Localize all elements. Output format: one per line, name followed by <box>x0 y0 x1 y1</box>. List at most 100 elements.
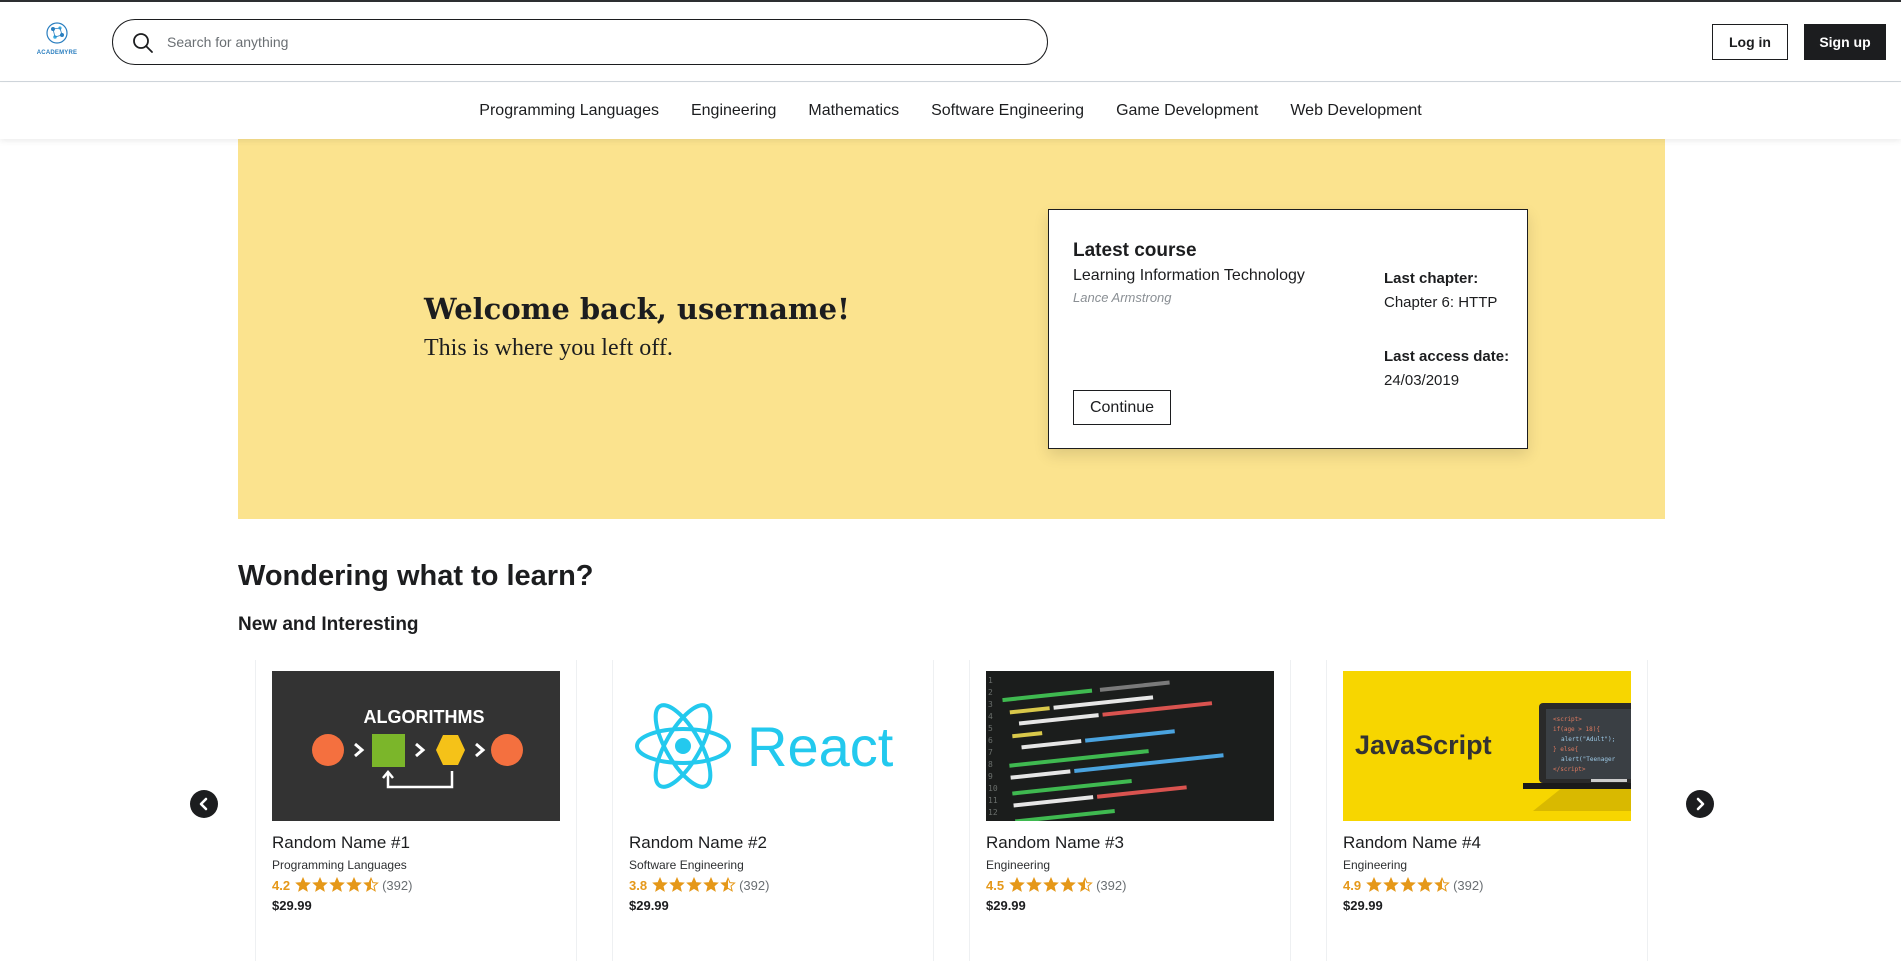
star-icon <box>669 877 685 892</box>
rating-value: 4.2 <box>272 877 291 893</box>
star-icon <box>720 877 736 892</box>
rating-count: (392) <box>1453 877 1484 893</box>
course-carousel: ALGORITHMS Random Name #1 Programming La… <box>255 660 1650 961</box>
svg-text:<script>: <script> <box>1553 716 1582 723</box>
course-card[interactable]: React Random Name #2 Software Engineerin… <box>612 660 934 961</box>
course-category: Software Engineering <box>629 858 744 872</box>
course-category: Engineering <box>986 858 1051 872</box>
python-code-thumbnail: 123 456 789 10 11 12 <box>986 671 1274 821</box>
course-name[interactable]: Random Name #4 <box>1343 833 1481 853</box>
javascript-thumbnail-text: JavaScript <box>1355 730 1492 760</box>
continue-button[interactable]: Continue <box>1073 390 1171 425</box>
chevron-left-icon <box>199 797 208 811</box>
course-category: Programming Languages <box>272 858 407 872</box>
course-rating: 3.8 (392) <box>629 877 769 893</box>
category-programming-languages[interactable]: Programming Languages <box>479 102 659 120</box>
last-access-value: 24/03/2019 <box>1384 372 1460 389</box>
svg-text:4: 4 <box>988 712 993 721</box>
signup-button[interactable]: Sign up <box>1804 24 1886 60</box>
svg-text:alert("Adult");: alert("Adult"); <box>1561 736 1615 743</box>
star-icon <box>1383 877 1399 892</box>
category-web-development[interactable]: Web Development <box>1290 102 1421 120</box>
rating-count: (392) <box>382 877 413 893</box>
course-name[interactable]: Random Name #2 <box>629 833 767 853</box>
latest-course-heading: Latest course <box>1073 240 1197 261</box>
star-icon <box>1043 877 1059 892</box>
star-icon <box>363 877 379 892</box>
rating-value: 3.8 <box>629 877 648 893</box>
star-icon <box>1366 877 1382 892</box>
carousel-next-button[interactable] <box>1686 790 1714 818</box>
latest-course-card: Latest course Learning Information Techn… <box>1048 209 1528 449</box>
svg-text:</script>: </script> <box>1553 766 1586 773</box>
star-icon <box>1026 877 1042 892</box>
svg-text:3: 3 <box>988 700 993 709</box>
welcome-subtitle: This is where you left off. <box>424 335 673 361</box>
svg-text:12: 12 <box>988 808 998 817</box>
star-icon <box>686 877 702 892</box>
star-icon <box>703 877 719 892</box>
star-icon <box>295 877 311 892</box>
rating-value: 4.5 <box>986 877 1005 893</box>
svg-text:alert("Teenager: alert("Teenager <box>1561 756 1616 763</box>
star-rating <box>652 877 736 893</box>
star-rating <box>1009 877 1093 893</box>
search-input[interactable] <box>167 22 1027 62</box>
course-rating: 4.2 (392) <box>272 877 412 893</box>
section-title: Wondering what to learn? <box>238 560 594 592</box>
star-icon <box>1077 877 1093 892</box>
section-subtitle: New and Interesting <box>238 614 419 635</box>
star-rating <box>1366 877 1450 893</box>
svg-text:1: 1 <box>988 676 993 685</box>
hero-banner: Welcome back, username! This is where yo… <box>238 139 1665 519</box>
course-price: $29.99 <box>272 898 312 913</box>
last-chapter-value: Chapter 6: HTTP <box>1384 294 1498 311</box>
logo-text: ACADEMYRE <box>36 50 78 56</box>
star-icon <box>346 877 362 892</box>
rating-count: (392) <box>1096 877 1127 893</box>
svg-text:11: 11 <box>988 796 998 805</box>
star-icon <box>1400 877 1416 892</box>
star-icon <box>1417 877 1433 892</box>
star-icon <box>1009 877 1025 892</box>
login-button[interactable]: Log in <box>1712 24 1788 60</box>
svg-text:5: 5 <box>988 724 993 733</box>
course-price: $29.99 <box>986 898 1026 913</box>
react-thumbnail-text: React <box>747 715 894 778</box>
star-icon <box>329 877 345 892</box>
category-engineering[interactable]: Engineering <box>691 102 776 120</box>
site-logo[interactable]: ACADEMYRE <box>32 20 82 64</box>
course-name[interactable]: Random Name #3 <box>986 833 1124 853</box>
star-icon <box>1434 877 1450 892</box>
course-rating: 4.5 (392) <box>986 877 1126 893</box>
svg-text:8: 8 <box>988 760 993 769</box>
svg-text:10: 10 <box>988 784 998 793</box>
algorithms-thumbnail-text: ALGORITHMS <box>364 707 485 727</box>
search-icon[interactable] <box>131 31 155 55</box>
search-bar <box>112 19 1048 65</box>
svg-text:if(age > 18){: if(age > 18){ <box>1553 726 1600 733</box>
course-card[interactable]: ALGORITHMS Random Name #1 Programming La… <box>255 660 577 961</box>
latest-course-author: Lance Armstrong <box>1073 290 1172 305</box>
carousel-prev-button[interactable] <box>190 790 218 818</box>
course-card[interactable]: JavaScript <script> if(age > 18){ alert(… <box>1326 660 1648 961</box>
svg-text:7: 7 <box>988 748 993 757</box>
course-price: $29.99 <box>629 898 669 913</box>
last-access-label: Last access date: <box>1384 348 1510 365</box>
category-mathematics[interactable]: Mathematics <box>808 102 899 120</box>
javascript-thumbnail: JavaScript <script> if(age > 18){ alert(… <box>1343 671 1631 821</box>
welcome-title: Welcome back, username! <box>424 292 850 326</box>
course-category: Engineering <box>1343 858 1408 872</box>
category-nav: Programming Languages Engineering Mathem… <box>0 83 1901 139</box>
course-card[interactable]: 123 456 789 10 11 12 Random Name #3 Engi… <box>969 660 1291 961</box>
svg-text:6: 6 <box>988 736 993 745</box>
course-rating: 4.9 (392) <box>1343 877 1483 893</box>
algorithms-thumbnail: ALGORITHMS <box>272 671 560 821</box>
star-icon <box>1060 877 1076 892</box>
category-software-engineering[interactable]: Software Engineering <box>931 102 1084 120</box>
last-chapter-label: Last chapter: <box>1384 270 1479 287</box>
course-price: $29.99 <box>1343 898 1383 913</box>
course-name[interactable]: Random Name #1 <box>272 833 410 853</box>
react-thumbnail: React <box>629 671 917 821</box>
category-game-development[interactable]: Game Development <box>1116 102 1258 120</box>
